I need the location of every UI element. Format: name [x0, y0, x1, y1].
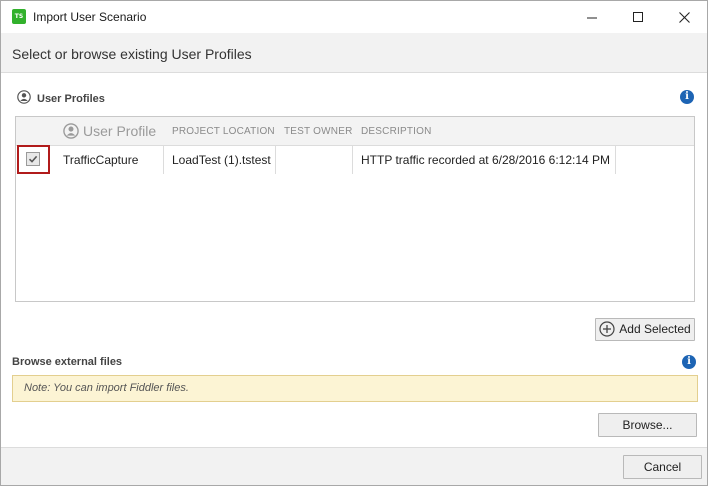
table-row[interactable]: TrafficCapture LoadTest (1).tstest HTTP … [16, 146, 694, 174]
close-icon [678, 11, 690, 23]
minimize-icon [586, 17, 597, 18]
browse-external-files-title: Browse external files [12, 356, 123, 368]
user-profiles-grid: User Profile PROJECT LOCATION TEST OWNER… [15, 116, 695, 302]
dialog-footer [1, 447, 707, 485]
column-header-project-location[interactable]: PROJECT LOCATION [172, 117, 275, 146]
column-divider [163, 146, 164, 174]
column-header-test-owner[interactable]: TEST OWNER [284, 117, 352, 146]
column-divider [615, 146, 616, 174]
check-icon [28, 155, 38, 163]
info-icon[interactable]: i [682, 355, 696, 369]
user-profiles-title: User Profiles [37, 93, 105, 105]
window-title: Import User Scenario [33, 10, 147, 24]
close-button[interactable] [661, 1, 707, 33]
title-bar[interactable]: TS Import User Scenario [1, 1, 707, 33]
cell-user-profile: TrafficCapture [63, 153, 139, 167]
import-user-scenario-dialog: TS Import User Scenario Select or browse… [0, 0, 708, 486]
cancel-button[interactable]: Cancel [623, 455, 702, 479]
header-text: Select or browse existing User Profiles [12, 46, 252, 62]
dialog-header: Select or browse existing User Profiles [1, 33, 707, 73]
column-header-description[interactable]: DESCRIPTION [361, 117, 432, 146]
user-profile-icon [63, 123, 79, 139]
minimize-button[interactable] [569, 1, 615, 33]
column-divider [352, 146, 353, 174]
maximize-icon [632, 11, 643, 22]
column-header-label: User Profile [83, 123, 157, 139]
add-selected-button[interactable]: Add Selected [595, 318, 695, 341]
user-profile-icon [17, 90, 31, 104]
fiddler-note: Note: You can import Fiddler files. [12, 375, 698, 402]
cell-description: HTTP traffic recorded at 6/28/2016 6:12:… [361, 153, 611, 167]
app-icon: TS [12, 9, 26, 24]
row-select-checkbox[interactable] [26, 152, 40, 166]
maximize-button[interactable] [615, 1, 661, 33]
add-selected-label: Add Selected [619, 322, 691, 336]
browse-button[interactable]: Browse... [598, 413, 697, 437]
add-icon [599, 321, 615, 337]
column-header-user-profile[interactable]: User Profile [63, 117, 156, 146]
grid-header: User Profile PROJECT LOCATION TEST OWNER… [16, 117, 694, 146]
info-icon[interactable]: i [680, 90, 694, 104]
cell-project-location: LoadTest (1).tstest [172, 153, 271, 167]
column-divider [275, 146, 276, 174]
